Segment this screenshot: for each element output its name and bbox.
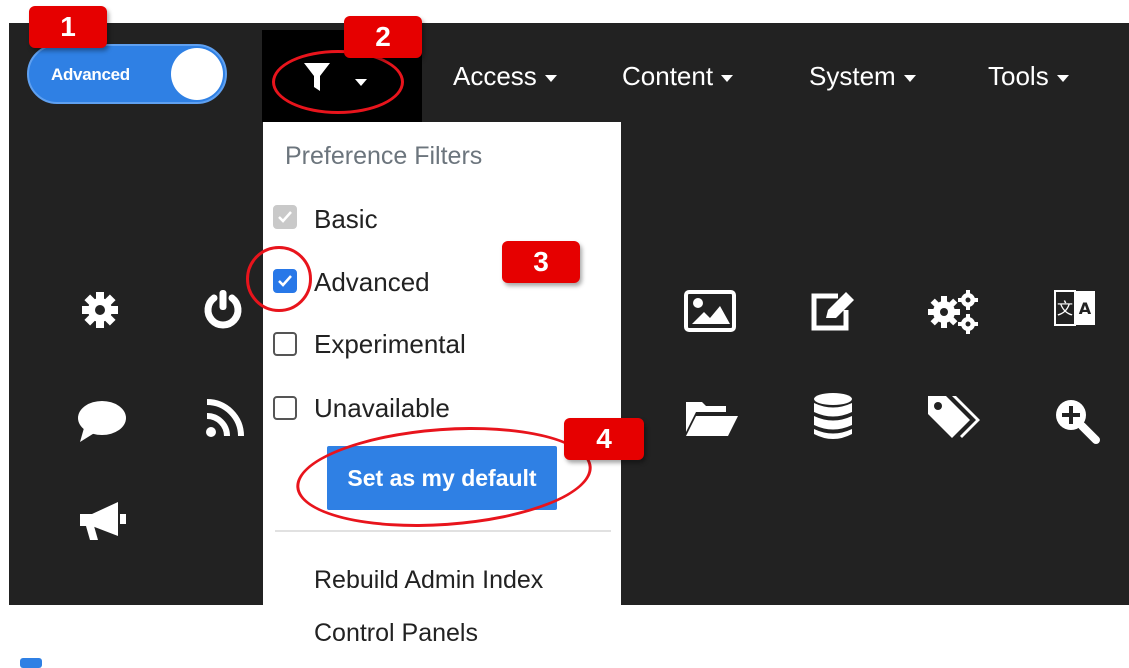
image-icon[interactable] (684, 290, 736, 337)
chevron-down-icon (544, 74, 557, 82)
unavailable-label[interactable]: Unavailable (314, 393, 450, 424)
advanced-label[interactable]: Advanced (314, 267, 430, 298)
dropdown-divider (275, 530, 611, 532)
database-icon[interactable] (812, 392, 854, 447)
menu-content[interactable]: Content (622, 60, 734, 92)
menu-access-label: Access (453, 61, 537, 91)
annotation-badge-3: 3 (502, 241, 580, 283)
toggle-knob (171, 48, 223, 100)
partial-checkbox[interactable] (20, 658, 42, 668)
svg-text:文: 文 (1057, 299, 1073, 318)
menu-content-label: Content (622, 61, 714, 91)
control-panels-link[interactable]: Control Panels (314, 619, 478, 648)
basic-label: Basic (314, 204, 378, 234)
menu-tools-label: Tools (988, 61, 1049, 91)
search-plus-icon[interactable] (1052, 396, 1100, 449)
annotation-badge-1: 1 (29, 6, 107, 48)
rebuild-admin-index-link[interactable]: Rebuild Admin Index (314, 566, 543, 595)
dropdown-header: Preference Filters (285, 142, 483, 170)
menu-system-label: System (809, 61, 896, 91)
advanced-mode-toggle[interactable]: Advanced (27, 44, 227, 104)
bullhorn-icon[interactable] (78, 500, 128, 547)
annotation-badge-2: 2 (344, 16, 422, 58)
cogs-icon[interactable] (926, 288, 982, 339)
gear-icon[interactable] (80, 290, 120, 335)
unavailable-checkbox[interactable] (273, 396, 297, 420)
chevron-down-icon (1056, 74, 1069, 82)
edit-icon[interactable] (808, 288, 856, 339)
annotation-ring-checkbox (246, 246, 312, 312)
language-icon[interactable]: 文A (1054, 290, 1098, 335)
toggle-label: Advanced (51, 65, 130, 84)
chevron-down-icon (721, 74, 734, 82)
chevron-down-icon (903, 74, 916, 82)
menu-access[interactable]: Access (453, 60, 557, 92)
annotation-ring-filter (272, 50, 404, 114)
folder-open-icon[interactable] (684, 396, 740, 445)
experimental-checkbox[interactable] (273, 332, 297, 356)
menu-system[interactable]: System (809, 60, 916, 92)
rss-icon[interactable] (205, 398, 245, 443)
tags-icon[interactable] (926, 392, 982, 447)
power-icon[interactable] (202, 288, 244, 337)
menu-tools[interactable]: Tools (988, 60, 1069, 92)
comment-icon[interactable] (76, 398, 128, 449)
annotation-badge-4: 4 (564, 418, 644, 460)
experimental-label[interactable]: Experimental (314, 329, 466, 360)
svg-text:A: A (1079, 299, 1092, 318)
basic-checkbox (273, 205, 297, 229)
preference-filters-dropdown: Preference Filters Basic Advanced Experi… (263, 122, 621, 664)
